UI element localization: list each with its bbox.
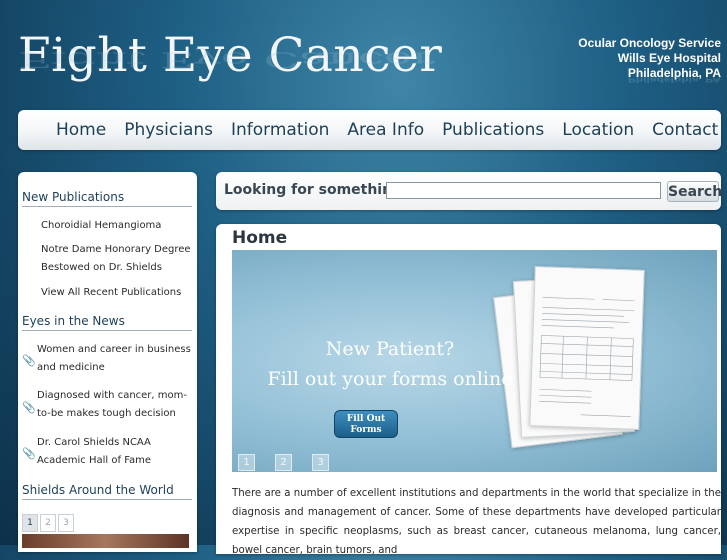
nav-location[interactable]: Location (562, 120, 634, 140)
publication-link-all[interactable]: View All Recent Publications (41, 284, 191, 302)
service-line-2: Wills Eye Hospital (617, 51, 721, 65)
new-publications-heading: New Publications (22, 190, 192, 207)
logo-reflection: Fight Eye Cancer (18, 47, 435, 72)
form-document-front (529, 266, 645, 430)
shields-world-heading: Shields Around the World (22, 483, 192, 500)
slide-3-button[interactable]: 3 (312, 454, 329, 471)
eyes-in-news-heading: Eyes in the News (22, 314, 192, 331)
news-link-3[interactable]: Dr. Carol Shields NCAA Academic Hall of … (37, 434, 193, 470)
nav-information[interactable]: Information (231, 120, 329, 140)
intro-paragraph: There are a number of excellent institut… (232, 488, 721, 556)
publication-link-2[interactable]: Notre Dame Honorary Degree Bestowed on D… (41, 241, 191, 277)
clip-icon: 📎 (22, 354, 36, 367)
form-lines-icon (539, 297, 635, 417)
main-navigation: Home Physicians Information Area Info Pu… (18, 110, 721, 150)
search-bar: Looking for something? Search (216, 172, 722, 210)
service-line-1: Ocular Oncology Service (578, 36, 721, 50)
shields-world-pager: 1 2 3 (22, 514, 76, 532)
page-2-button[interactable]: 2 (40, 514, 56, 532)
banner-subline: Fill out your forms online (267, 368, 513, 390)
search-input[interactable] (386, 182, 661, 199)
news-link-2[interactable]: Diagnosed with cancer, mom-to-be makes t… (37, 387, 193, 423)
fill-out-forms-button[interactable]: Fill Out Forms (334, 410, 398, 438)
service-info: Ocular Oncology Service Wills Eye Hospit… (578, 36, 721, 81)
slide-2-button[interactable]: 2 (275, 454, 292, 471)
search-button[interactable]: Search (667, 181, 722, 202)
nav-area-info[interactable]: Area Info (347, 120, 424, 140)
search-label: Looking for something? (224, 182, 411, 198)
banner-pager: 1 2 3 (238, 454, 349, 471)
publication-link-1[interactable]: Choroidial Hemangioma (41, 217, 191, 235)
page-3-button[interactable]: 3 (58, 514, 74, 532)
nav-home[interactable]: Home (56, 120, 106, 140)
nav-contact[interactable]: Contact (652, 120, 718, 140)
new-patient-banner: New Patient? Fill out your forms online … (232, 250, 717, 472)
news-link-1[interactable]: Women and career in business and medicin… (37, 341, 193, 377)
slide-1-button[interactable]: 1 (238, 454, 255, 471)
sidebar: New Publications Choroidial Hemangioma N… (18, 172, 197, 552)
clip-icon: 📎 (22, 447, 36, 460)
page-title: Home (232, 228, 288, 248)
shields-photo (22, 534, 189, 548)
main-content: Home New Patient? Fill out your forms on… (216, 224, 721, 556)
clip-icon: 📎 (22, 401, 36, 414)
nav-physicians[interactable]: Physicians (124, 120, 213, 140)
service-reflection: Philadelphia, PA (627, 75, 721, 84)
page-1-button[interactable]: 1 (22, 514, 38, 532)
nav-publications[interactable]: Publications (442, 120, 544, 140)
banner-headline: New Patient? (325, 338, 455, 360)
